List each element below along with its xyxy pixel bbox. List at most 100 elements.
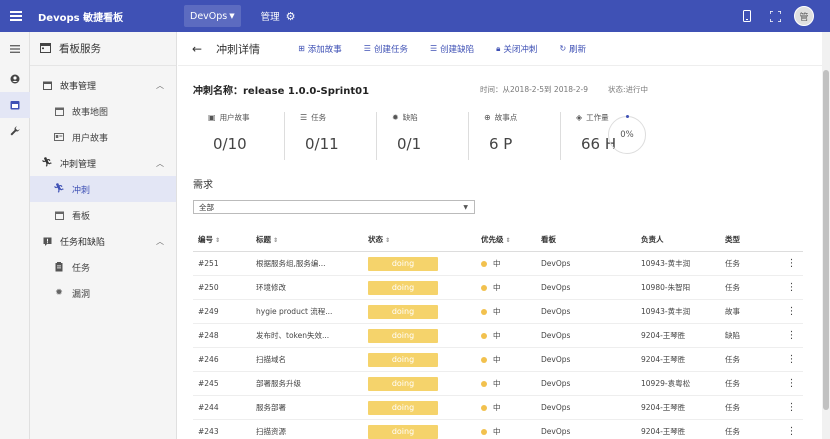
priority-dot-icon [481,429,487,435]
stat-bug: ✹ 缺陷 0/1 [377,112,469,160]
page-scrollbar[interactable] [822,32,830,439]
close-sprint-button[interactable]: 🔒︎ 关闭冲刺 [496,43,537,55]
more-vert-icon[interactable]: ⋮ [780,306,803,317]
back-arrow-icon[interactable]: ← [192,42,202,56]
cell-priority: 中 [476,258,536,269]
close-sprint-label: 关闭冲刺 [503,44,538,55]
cell-owner: 10929-袁粤松 [641,379,691,388]
sidebar-group-sprint[interactable]: 🏃︎ 冲刺管理 ︿ [30,150,176,176]
table-row[interactable]: #248 发布时、token失效... doing 中 DevOps 9204-王琴胜 缺陷… [193,324,803,348]
cell-title[interactable]: 扫描资源 [251,426,368,437]
bug-icon: ✹ [55,288,63,298]
cell-board: DevOps [541,259,571,268]
col-header-status[interactable]: 状态 ⇕ [368,234,476,245]
cell-title[interactable]: hygie product 流程... [251,306,368,317]
status-badge: doing [368,280,438,295]
list-icon: ☰ [300,113,308,122]
priority-label: 中 [493,283,501,292]
cell-id: #249 [198,307,219,316]
sidebar-item-bug[interactable]: ✹ 漏洞 [30,280,176,306]
top-right-tools: 管 [726,0,814,32]
sidebar-item-label: 冲刺 [72,185,91,196]
priority-label: 中 [493,331,501,340]
cell-status: doing [368,376,476,391]
sidebar-item-sprint[interactable]: 🏃︎ 冲刺 [30,176,176,202]
more-vert-icon[interactable]: ⋮ [780,426,803,437]
cell-title[interactable]: 服务部署 [251,402,368,413]
cell-type: 任务 [725,283,740,292]
table-row[interactable]: #249 hygie product 流程... doing 中 DevOps 10943… [193,300,803,324]
clipboard-icon [54,262,64,272]
table-row[interactable]: #251 根据服务组,服务编... doing 中 DevOps 10943-黄丰润 任务 ⋮ [193,252,803,276]
calendar-icon [42,81,52,90]
sidebar-item-task[interactable]: 任务 [30,254,176,280]
more-vert-icon[interactable]: ⋮ [780,378,803,389]
brand: Devops 敏捷看板 [0,8,176,24]
table-row[interactable]: #245 部署服务升级 doing 中 DevOps 10929-袁粤松 任务 ⋮ [193,372,803,396]
refresh-label: 刷新 [569,44,587,55]
col-header-priority[interactable]: 优先级 ⇕ [476,234,536,245]
hamburger-icon[interactable] [8,8,24,24]
priority-label: 中 [493,355,501,364]
refresh-icon: ↻ [559,44,567,53]
status-badge: doing [368,328,438,343]
cell-id: #246 [198,355,219,364]
cell-title[interactable]: 部署服务升级 [251,378,368,389]
cell-status: doing [368,256,476,271]
scrollbar-thumb[interactable] [823,70,829,410]
cell-title[interactable]: 环境修改 [251,282,368,293]
create-bug-button[interactable]: ☰ 创建缺陷 [430,43,474,55]
sidebar-item-user-story[interactable]: 用户故事 [30,124,176,150]
add-story-button[interactable]: ⊞ 添加故事 [298,43,342,55]
more-vert-icon[interactable]: ⋮ [780,402,803,413]
cell-title[interactable]: 根据服务组,服务编... [251,258,368,269]
project-selector[interactable]: DevOps ▼ [184,5,241,27]
status-filter-select[interactable]: 全部 ▼ [193,200,475,214]
alert-icon [42,237,52,246]
col-header-title[interactable]: 标题 ⇕ [251,234,368,245]
wrench-icon[interactable] [0,118,30,144]
menu-toggle-icon[interactable] [0,32,30,66]
col-header-label: 状态 [368,235,383,244]
manage-menu[interactable]: 管理 ⚙ [261,9,296,24]
sidebar-title: 看板服务 [59,43,101,55]
col-header-id[interactable]: 编号 ⇕ [193,234,251,245]
cell-title[interactable]: 发布时、token失效... [251,330,368,341]
cell-type: 缺陷 [725,331,740,340]
avatar[interactable]: 管 [794,6,814,26]
sidebar-header: 看板服务 [30,32,176,66]
cell-board: DevOps [541,403,571,412]
sidebar-item-board[interactable]: 看板 [30,202,176,228]
project-name: DevOps [190,10,228,22]
more-vert-icon[interactable]: ⋮ [780,282,803,293]
app-title: Devops 敏捷看板 [38,12,124,24]
cell-priority: 中 [476,306,536,317]
more-vert-icon[interactable]: ⋮ [780,330,803,341]
more-vert-icon[interactable]: ⋮ [780,258,803,269]
col-header-board: 看板 [541,235,556,244]
board-icon[interactable] [0,92,30,118]
cell-id: #250 [198,283,219,292]
more-vert-icon[interactable]: ⋮ [780,354,803,365]
mobile-icon[interactable] [740,9,754,23]
sidebar-group-story[interactable]: 故事管理 ︿ [30,72,176,98]
sidebar-item-label: 用户故事 [72,133,109,144]
cell-title[interactable]: 扫描域名 [251,354,368,365]
id-card-icon [54,133,64,141]
user-icon[interactable] [0,66,30,92]
requirements-table: 编号 ⇕ 标题 ⇕ 状态 ⇕ 优先级 ⇕ 看板 负责人 类型 #251 根据服务组,服务编… [193,228,803,439]
sidebar-group-tasks[interactable]: 任务和缺陷 ︿ [30,228,176,254]
sidebar-item-story-map[interactable]: 故事地图 [30,98,176,124]
refresh-button[interactable]: ↻ 刷新 [559,43,586,55]
sidebar: 看板服务 故事管理 ︿ 故事地图 用户故事 🏃︎ 冲刺管理 ︿ 🏃︎ 冲刺 看板 [30,32,177,439]
status-badge: doing [368,304,438,319]
table-row[interactable]: #243 扫描资源 doing 中 DevOps 9204-王琴胜 任务 ⋮ [193,420,803,439]
fullscreen-icon[interactable] [768,9,782,23]
table-row[interactable]: #250 环境修改 doing 中 DevOps 10980-朱智阳 任务 ⋮ [193,276,803,300]
status-badge: doing [368,256,438,271]
create-task-button[interactable]: ☰ 创建任务 [364,43,408,55]
cell-owner: 9204-王琴胜 [641,403,686,412]
table-row[interactable]: #244 服务部署 doing 中 DevOps 9204-王琴胜 任务 ⋮ [193,396,803,420]
table-row[interactable]: #246 扫描域名 doing 中 DevOps 9204-王琴胜 任务 ⋮ [193,348,803,372]
cell-status: doing [368,352,476,367]
